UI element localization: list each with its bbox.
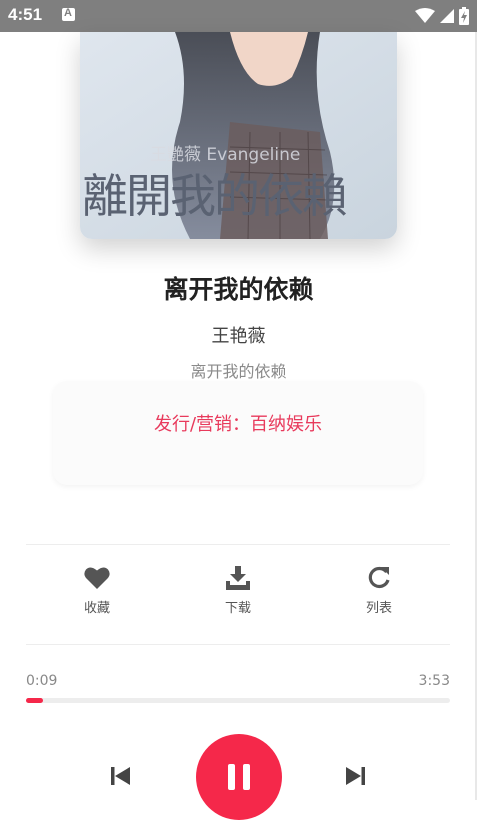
status-bar: 4:51 [0, 0, 477, 32]
current-time: 0:09 [26, 673, 58, 689]
signal-icon [440, 9, 454, 23]
song-title: 离开我的依赖 [163, 275, 314, 304]
pause-icon [228, 764, 250, 790]
wifi-icon [415, 8, 435, 23]
favorite-button[interactable]: 收藏 [57, 566, 137, 616]
skip-previous-icon [111, 767, 130, 785]
song-artist[interactable]: 王艳薇 [0, 322, 477, 348]
status-icons [415, 6, 469, 26]
pause-button[interactable] [196, 734, 282, 820]
previous-button[interactable] [111, 766, 131, 790]
playlist-button[interactable]: 列表 [339, 566, 419, 616]
refresh-icon [368, 566, 390, 589]
album-cover: 王艷薇 Evangeline 離開我的依賴 [80, 32, 397, 239]
next-button[interactable] [345, 766, 365, 790]
publisher-text: 发行/营销：百纳娱乐 [153, 414, 323, 435]
divider-bottom [26, 644, 450, 645]
skip-next-icon [346, 767, 365, 785]
progress-bar[interactable] [26, 698, 450, 703]
divider-top [26, 544, 450, 545]
playlist-label: 列表 [365, 601, 392, 616]
publisher-card: 发行/营销：百纳娱乐 [53, 381, 423, 485]
download-button[interactable]: 下载 [198, 566, 278, 616]
download-icon [226, 566, 250, 590]
status-time: 4:51 [8, 5, 43, 24]
notification-app-icon [62, 7, 75, 21]
battery-icon [459, 7, 469, 25]
cover-title-text: 離開我的依賴 [82, 169, 348, 223]
heart-icon [84, 567, 110, 589]
song-album[interactable]: 离开我的依赖 [0, 358, 477, 382]
download-label: 下载 [224, 601, 251, 616]
favorite-label: 收藏 [83, 601, 110, 616]
total-time: 3:53 [418, 673, 450, 689]
progress-fill [26, 698, 43, 703]
